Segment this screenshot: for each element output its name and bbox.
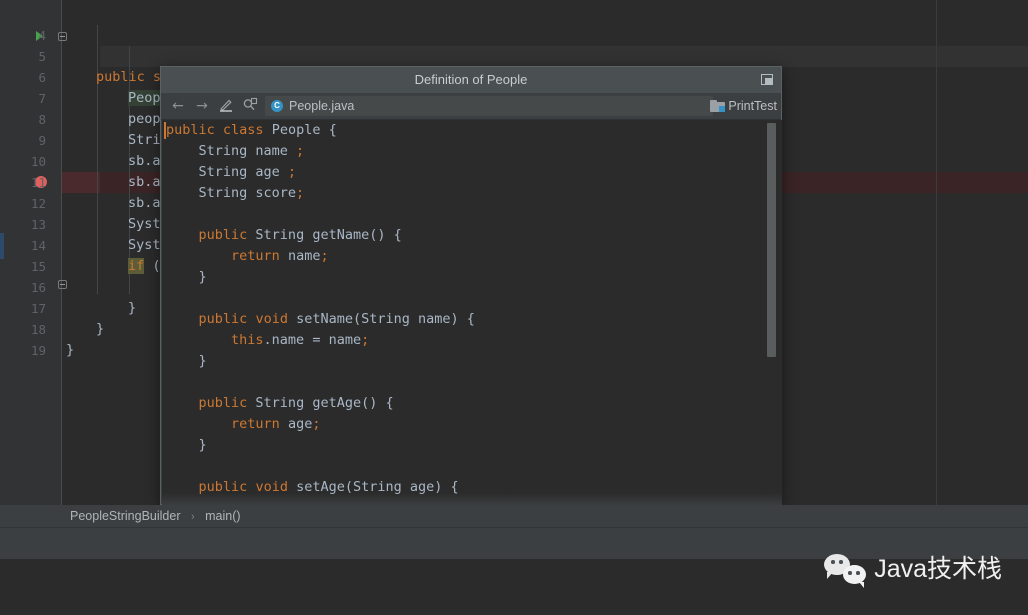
popup-title-bar[interactable]: Definition of People <box>161 67 781 93</box>
popup-scrollbar-thumb[interactable] <box>767 123 776 357</box>
popup-code-line: public void setName(String name) { <box>166 309 475 330</box>
intellij-idea-window: 4 5 public static void main(String[] arg… <box>0 0 1028 615</box>
popup-code-line: String name ; <box>166 141 304 162</box>
watermark-text: Java技术栈 <box>874 554 1002 584</box>
restore-window-icon[interactable] <box>761 74 773 85</box>
popup-code-line: } <box>166 351 207 372</box>
file-name-field[interactable]: C People.java <box>265 96 713 116</box>
breadcrumb-bar: PeopleStringBuilder › main() <box>0 505 1028 527</box>
definition-popup[interactable]: Definition of People ← → C <box>160 66 782 505</box>
module-name-text: PrintTest <box>728 99 777 113</box>
popup-code-line: } <box>166 435 207 456</box>
module-folder-icon <box>710 100 725 112</box>
code-line[interactable]: 4 <box>0 4 1028 25</box>
popup-bottom-fade <box>162 493 782 505</box>
wechat-watermark: Java技术栈 <box>824 552 1002 586</box>
wechat-icon <box>824 554 866 584</box>
popup-code-line <box>166 204 174 225</box>
pencil-icon[interactable] <box>217 97 235 115</box>
breadcrumb-method[interactable]: main() <box>205 509 240 523</box>
popup-title-text: Definition of People <box>415 72 528 87</box>
code-text: } <box>66 340 74 361</box>
popup-code-line <box>166 288 174 309</box>
popup-code-line: String age ; <box>166 162 296 183</box>
popup-toolbar[interactable]: ← → C People.java <box>161 93 781 120</box>
line-number: 19 <box>0 340 46 361</box>
popup-code-line: return age; <box>166 414 320 435</box>
code-line[interactable]: 6 People people = new People(); <box>0 46 1028 67</box>
popup-code-line: public String getAge() { <box>166 393 394 414</box>
popup-code-line: return name; <box>166 246 329 267</box>
code-line[interactable]: 5 public static void main(String[] args)… <box>0 25 1028 46</box>
back-arrow-icon[interactable]: ← <box>169 97 187 115</box>
popup-code-line <box>166 372 174 393</box>
popup-code-line: public class People { <box>166 120 337 141</box>
java-class-icon: C <box>271 100 283 112</box>
popup-code-line: this.name = name; <box>166 330 369 351</box>
breadcrumb-separator-icon: › <box>191 511 195 523</box>
popup-scrollbar[interactable] <box>770 120 779 505</box>
popup-code-line: } <box>166 267 207 288</box>
breadcrumb[interactable]: PeopleStringBuilder › main() <box>70 508 241 525</box>
popup-code-line <box>166 456 174 477</box>
find-usages-icon[interactable] <box>241 97 259 115</box>
forward-arrow-icon[interactable]: → <box>193 97 211 115</box>
module-label[interactable]: PrintTest <box>710 97 777 115</box>
file-name-label: People.java <box>289 98 354 114</box>
popup-code-line: public String getName() { <box>166 225 402 246</box>
breadcrumb-class[interactable]: PeopleStringBuilder <box>70 509 181 523</box>
popup-code-line: String score; <box>166 183 304 204</box>
popup-code-view[interactable]: public class People { String name ; Stri… <box>162 120 782 505</box>
